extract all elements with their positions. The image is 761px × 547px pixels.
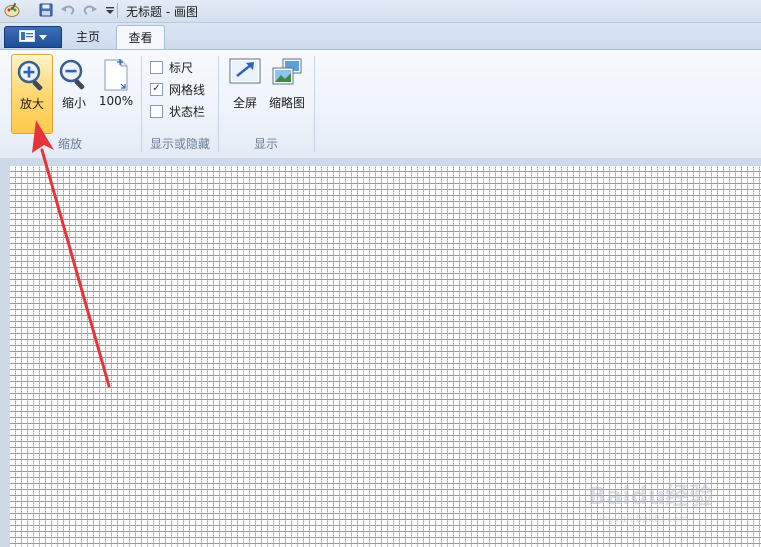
- display-group: 全屏 缩略图 显示: [219, 50, 313, 156]
- ruler-checkbox[interactable]: 标尺: [150, 58, 193, 76]
- zoom-out-label: 缩小: [61, 96, 86, 110]
- paint-app-icon[interactable]: [4, 2, 20, 18]
- tab-home[interactable]: 主页: [64, 25, 112, 49]
- tab-row: 主页 查看: [0, 23, 761, 50]
- undo-icon[interactable]: [60, 2, 76, 18]
- show-hide-group-label: 显示或隐藏: [149, 137, 210, 151]
- statusbar-checkbox-box[interactable]: [150, 104, 163, 118]
- title-bar: 无标题 - 画图: [0, 0, 761, 23]
- zoom-in-icon: [16, 59, 48, 96]
- gridlines-checkbox[interactable]: ✓ 网格线: [150, 80, 205, 98]
- app-menu-button[interactable]: [4, 26, 62, 48]
- fullscreen-button[interactable]: 全屏: [225, 54, 265, 132]
- title-separator: [117, 3, 118, 18]
- zoom-in-label: 放大: [19, 97, 44, 111]
- window-title: 无标题 - 画图: [126, 5, 198, 19]
- thumbnail-button[interactable]: 缩略图: [267, 54, 307, 132]
- zoom-100-button[interactable]: 100%: [96, 54, 136, 132]
- watermark-subtext: jingyan.baidu.com: [595, 514, 688, 525]
- fullscreen-icon: [229, 58, 261, 89]
- gridlines-checkbox-box[interactable]: ✓: [150, 82, 163, 96]
- customize-dropdown-icon[interactable]: [102, 2, 118, 18]
- redo-icon[interactable]: [82, 2, 98, 18]
- zoom-group: 放大 缩小 100% 缩放: [0, 50, 140, 156]
- zoom-group-label: 缩放: [57, 137, 82, 151]
- thumbnail-label: 缩略图: [268, 96, 305, 110]
- fullscreen-label: 全屏: [232, 96, 257, 110]
- save-icon[interactable]: [38, 2, 54, 18]
- tab-view[interactable]: 查看: [116, 25, 165, 50]
- watermark-text: Baidu经验: [588, 482, 713, 510]
- thumbnail-icon: [271, 58, 303, 89]
- watermark-logo-icon: Baidu经验 jingyan.baidu.com: [588, 482, 713, 525]
- display-group-label: 显示: [253, 137, 278, 151]
- ruler-label: 标尺: [169, 60, 194, 75]
- zoom-out-icon: [58, 58, 90, 95]
- statusbar-label: 状态栏: [169, 104, 206, 119]
- chevron-down-icon: [39, 30, 47, 44]
- zoom-100-label: 100%: [98, 94, 134, 108]
- gridlines-label: 网格线: [169, 82, 206, 97]
- menu-icon: [19, 29, 35, 45]
- ruler-checkbox-box[interactable]: [150, 60, 163, 74]
- zoom-in-button[interactable]: 放大: [11, 54, 53, 134]
- statusbar-checkbox[interactable]: 状态栏: [150, 102, 205, 120]
- page-100-icon: [103, 58, 129, 95]
- zoom-out-button[interactable]: 缩小: [55, 54, 93, 132]
- group-separator: [314, 56, 315, 152]
- ribbon: 放大 缩小 100% 缩放 显示或隐藏 标尺 ✓ 网格线 状态栏 全屏 缩略图 …: [0, 49, 761, 159]
